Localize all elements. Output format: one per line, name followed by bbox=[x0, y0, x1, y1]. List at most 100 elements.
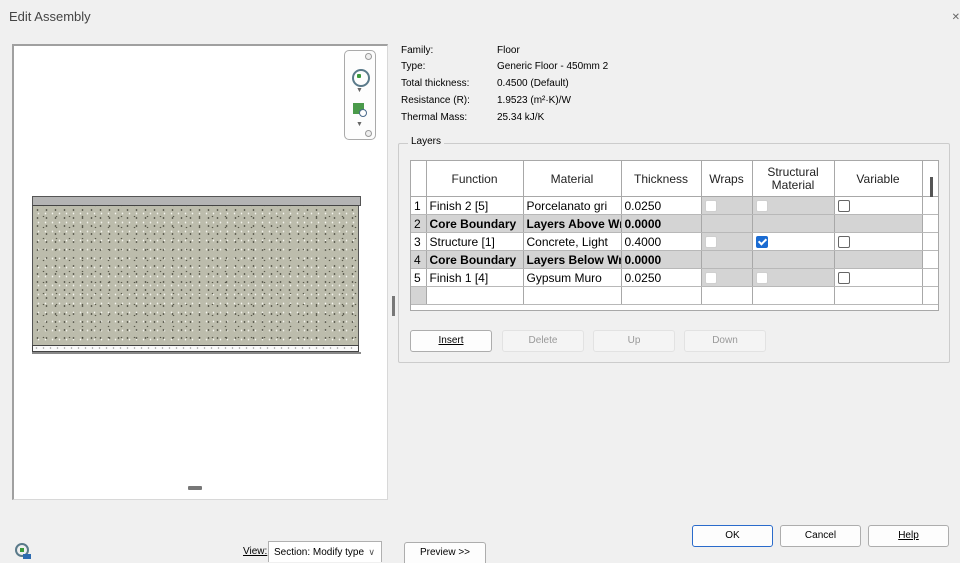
material-cell[interactable] bbox=[523, 286, 622, 305]
table-row[interactable]: 5 Finish 1 [4] Gypsum Muro 0.0250 bbox=[411, 268, 938, 287]
structural-material-checkbox[interactable] bbox=[755, 236, 768, 249]
column-header-material[interactable]: Material bbox=[523, 161, 622, 197]
view-select[interactable]: Section: Modify type ∨ bbox=[268, 541, 382, 562]
table-row[interactable]: 3 Structure [1] Concrete, Light 0.4000 bbox=[411, 232, 938, 251]
section-preview[interactable]: ▼ ▼ bbox=[12, 44, 395, 500]
function-cell[interactable]: Structure [1] bbox=[426, 232, 524, 251]
layers-scroll-thumb[interactable] bbox=[930, 177, 933, 197]
column-header-structural-material[interactable]: Structural Material bbox=[752, 161, 835, 197]
family-label: Family: bbox=[401, 45, 434, 56]
nav-bar-options-icon[interactable] bbox=[365, 130, 372, 137]
close-icon[interactable]: ✕ bbox=[952, 12, 960, 23]
wraps-checkbox bbox=[704, 272, 717, 285]
structural-material-cell bbox=[752, 214, 835, 233]
variable-cell bbox=[834, 214, 923, 233]
type-value: Generic Floor - 450mm 2 bbox=[497, 61, 609, 72]
table-row[interactable]: 1 Finish 2 [5] Porcelanato gri 0.0250 bbox=[411, 196, 938, 215]
preview-vertical-scroll-thumb[interactable] bbox=[392, 296, 395, 316]
view-select-value: Section: Modify type bbox=[274, 547, 365, 558]
structural-material-checkbox bbox=[755, 272, 768, 285]
wraps-cell bbox=[701, 268, 753, 287]
zoom-icon[interactable] bbox=[353, 103, 367, 117]
navigation-bar[interactable]: ▼ ▼ bbox=[344, 50, 376, 140]
structure-layer bbox=[32, 205, 359, 345]
table-row[interactable]: 4 Core Boundary Layers Below Wr 0.0000 bbox=[411, 250, 938, 269]
wraps-cell bbox=[701, 196, 753, 215]
variable-checkbox[interactable] bbox=[837, 236, 850, 249]
material-cell[interactable]: Porcelanato gri bbox=[523, 196, 622, 215]
wraps-checkbox bbox=[704, 236, 717, 249]
up-button-label: Up bbox=[627, 335, 641, 346]
variable-checkbox[interactable] bbox=[837, 200, 850, 213]
scroll-gutter bbox=[922, 268, 938, 287]
resistance-label: Resistance (R): bbox=[401, 95, 470, 106]
layers-group-label: Layers bbox=[408, 136, 445, 147]
chevron-down-icon: ∨ bbox=[368, 547, 375, 557]
up-button[interactable]: Up bbox=[593, 330, 675, 352]
preview-button-label: Preview >> bbox=[419, 547, 471, 558]
wraps-cell bbox=[701, 214, 753, 233]
steering-wheel-icon[interactable] bbox=[352, 69, 370, 87]
insert-button[interactable]: Insert bbox=[410, 330, 492, 352]
thermal-mass-value: 25.34 kJ/K bbox=[497, 112, 545, 123]
ok-button-label: OK bbox=[725, 530, 740, 541]
material-cell[interactable]: Concrete, Light bbox=[523, 232, 622, 251]
row-number: 4 bbox=[411, 250, 427, 269]
structural-material-cell bbox=[752, 250, 835, 269]
row-number: 2 bbox=[411, 214, 427, 233]
column-header-function[interactable]: Function bbox=[426, 161, 524, 197]
column-header-variable[interactable]: Variable bbox=[834, 161, 923, 197]
thickness-cell[interactable]: 0.4000 bbox=[621, 232, 702, 251]
scroll-gutter bbox=[922, 232, 938, 251]
scroll-gutter bbox=[922, 286, 938, 305]
table-header-row: Function Material Thickness Wraps Struct… bbox=[411, 161, 938, 197]
delete-button[interactable]: Delete bbox=[502, 330, 584, 352]
chevron-down-icon[interactable]: ▼ bbox=[356, 87, 363, 94]
variable-cell[interactable] bbox=[834, 268, 923, 287]
function-cell: Core Boundary bbox=[426, 250, 524, 269]
down-button[interactable]: Down bbox=[684, 330, 766, 352]
scroll-gutter bbox=[922, 250, 938, 269]
thickness-cell[interactable]: 0.0250 bbox=[621, 268, 702, 287]
column-header-thickness[interactable]: Thickness bbox=[621, 161, 702, 197]
window-title: Edit Assembly bbox=[9, 9, 91, 24]
table-row-empty[interactable] bbox=[411, 286, 938, 305]
variable-cell bbox=[834, 250, 923, 269]
preview-button[interactable]: Preview >> bbox=[404, 542, 486, 563]
thickness-cell[interactable] bbox=[621, 286, 702, 305]
layers-table[interactable]: Function Material Thickness Wraps Struct… bbox=[410, 160, 939, 311]
function-cell[interactable]: Finish 1 [4] bbox=[426, 268, 524, 287]
insert-button-label: Insert bbox=[438, 335, 464, 346]
thickness-cell[interactable]: 0.0250 bbox=[621, 196, 702, 215]
chevron-down-icon[interactable]: ▼ bbox=[356, 121, 363, 128]
cancel-button[interactable]: Cancel bbox=[780, 525, 861, 547]
table-row[interactable]: 2 Core Boundary Layers Above Wr 0.0000 bbox=[411, 214, 938, 233]
column-header-wraps[interactable]: Wraps bbox=[701, 161, 753, 197]
material-cell[interactable]: Gypsum Muro bbox=[523, 268, 622, 287]
row-number: 1 bbox=[411, 196, 427, 215]
help-button[interactable]: Help bbox=[868, 525, 949, 547]
wraps-cell bbox=[701, 286, 753, 305]
structural-material-cell bbox=[752, 196, 835, 215]
variable-cell[interactable] bbox=[834, 196, 923, 215]
variable-cell bbox=[834, 286, 923, 305]
structural-material-cell[interactable] bbox=[752, 232, 835, 251]
ok-button[interactable]: OK bbox=[692, 525, 773, 547]
structural-material-cell bbox=[752, 268, 835, 287]
function-cell[interactable] bbox=[426, 286, 524, 305]
steering-wheel-icon[interactable] bbox=[14, 542, 32, 560]
material-cell: Layers Above Wr bbox=[523, 214, 622, 233]
wraps-cell bbox=[701, 250, 753, 269]
column-header-number bbox=[411, 161, 427, 197]
thickness-cell: 0.0000 bbox=[621, 250, 702, 269]
preview-horizontal-scroll-thumb[interactable] bbox=[188, 486, 202, 490]
variable-checkbox[interactable] bbox=[837, 272, 850, 285]
down-button-label: Down bbox=[712, 335, 738, 346]
variable-cell[interactable] bbox=[834, 232, 923, 251]
structural-material-cell bbox=[752, 286, 835, 305]
total-thickness-label: Total thickness: bbox=[401, 78, 470, 89]
thermal-mass-label: Thermal Mass: bbox=[401, 112, 468, 123]
cancel-button-label: Cancel bbox=[804, 530, 837, 541]
wraps-cell bbox=[701, 232, 753, 251]
function-cell[interactable]: Finish 2 [5] bbox=[426, 196, 524, 215]
